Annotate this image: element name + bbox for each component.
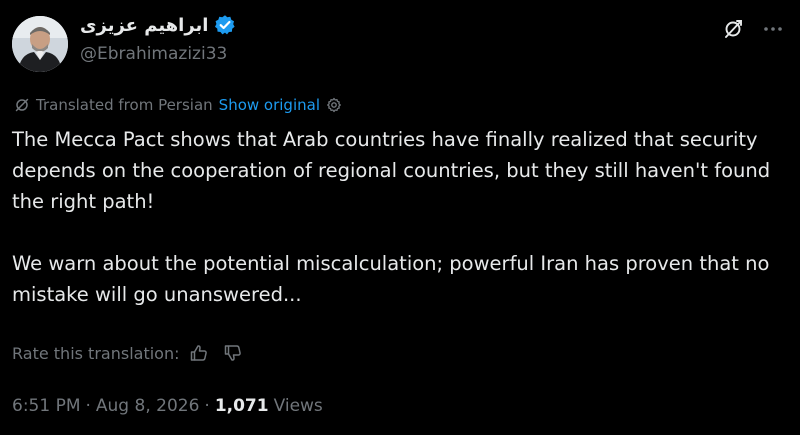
handle[interactable]: @Ebrahimazizi33 bbox=[80, 44, 227, 64]
verified-badge-icon[interactable] bbox=[214, 14, 236, 36]
show-original-link[interactable]: Show original bbox=[219, 96, 320, 114]
tweet-time[interactable]: 6:51 PM bbox=[12, 396, 81, 416]
grok-icon[interactable] bbox=[722, 18, 744, 40]
tweet-paragraph-2: We warn about the potential miscalculati… bbox=[12, 252, 770, 306]
views-count[interactable]: 1,071 bbox=[215, 396, 269, 416]
tweet-text: The Mecca Pact shows that Arab countries… bbox=[12, 124, 788, 310]
translation-bar: Translated from Persian Show original bbox=[14, 94, 342, 116]
tweet-paragraph-1: The Mecca Pact shows that Arab countries… bbox=[12, 128, 771, 213]
thumbs-up-icon[interactable] bbox=[189, 343, 209, 363]
avatar-image bbox=[12, 16, 68, 72]
top-actions bbox=[722, 18, 784, 40]
translate-icon bbox=[14, 97, 30, 113]
avatar[interactable] bbox=[12, 16, 68, 72]
tweet: ابراهیم عزیزی @Ebrahimazizi33 Translated… bbox=[0, 0, 800, 435]
tweet-meta: 6:51 PM · Aug 8, 2026 · 1,071 Views bbox=[12, 394, 323, 418]
display-name[interactable]: ابراهیم عزیزی bbox=[80, 15, 208, 36]
rate-translation-label: Rate this translation: bbox=[12, 343, 180, 363]
settings-gear-icon[interactable] bbox=[326, 97, 342, 113]
display-name-row: ابراهیم عزیزی bbox=[80, 10, 236, 40]
views-label: Views bbox=[273, 396, 323, 416]
thumbs-down-icon[interactable] bbox=[223, 343, 243, 363]
rate-translation-row: Rate this translation: bbox=[12, 342, 243, 364]
tweet-date[interactable]: Aug 8, 2026 bbox=[96, 396, 200, 416]
meta-separator: · bbox=[85, 396, 91, 416]
meta-separator: · bbox=[204, 396, 210, 416]
more-horizontal-icon[interactable] bbox=[762, 18, 784, 40]
translated-from-label: Translated from Persian bbox=[36, 96, 213, 114]
